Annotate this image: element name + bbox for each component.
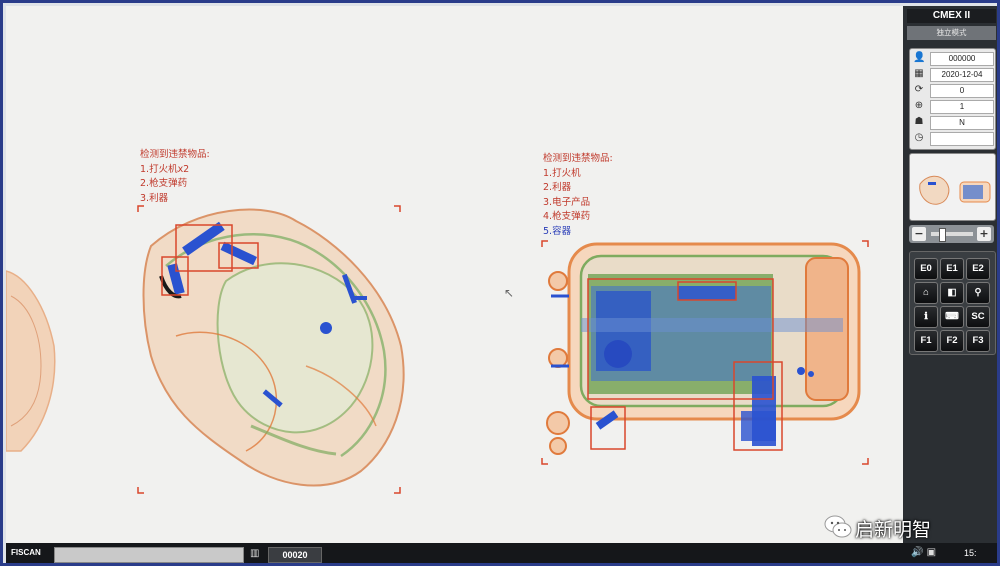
scan-date: 2020-12-04: [930, 68, 994, 82]
app-window: 检测到违禁物品: 1.打火机x2 2.枪支弹药 3.利器 检测到违禁物品: 1.…: [0, 0, 1000, 566]
f1-button[interactable]: F1: [914, 330, 938, 352]
partial-object-left-edge: [6, 270, 56, 452]
detection-item: 2.利器: [543, 182, 572, 193]
thumbnail-image: [919, 175, 991, 205]
system-tray-icons[interactable]: 🔊 ▣: [911, 547, 936, 558]
split-view-icon: ◧: [947, 287, 957, 298]
scan-thumbnail[interactable]: [909, 153, 996, 221]
zoom-icon: ⊕: [914, 100, 924, 111]
info-panel: 👤 000000 ▦ 2020-12-04 ⟳ 0 ⊕ 1 ☗ N ◷: [909, 48, 996, 150]
info-icon: ℹ: [924, 311, 928, 322]
keyboard-button[interactable]: ⌨: [940, 306, 964, 328]
mouse-cursor-icon: ↖: [504, 286, 515, 300]
e1-button[interactable]: E1: [940, 258, 964, 280]
info-row-date: ▦ 2020-12-04: [910, 67, 995, 82]
status-bar: FISCAN ▥ 00020 🔊 ▣ 15:: [6, 543, 997, 563]
slider-increase-button[interactable]: +: [977, 227, 991, 241]
time-value: [930, 132, 994, 146]
calendar-icon: ▦: [914, 68, 924, 79]
slider-handle[interactable]: [939, 228, 946, 242]
detection-item: 1.打火机: [543, 167, 581, 179]
info-row-time: ◷: [910, 131, 995, 146]
xray-scan-image: [6, 205, 869, 494]
home-icon: ⌂: [923, 287, 929, 298]
zoom-level: 1: [930, 100, 994, 114]
clock: 15:: [964, 548, 977, 558]
info-button[interactable]: ℹ: [914, 306, 938, 328]
control-panel: CMEX II 独立模式 👤 000000 ▦ 2020-12-04 ⟳ 0 ⊕…: [903, 6, 997, 543]
detection-item: 2.枪支弹药: [140, 178, 188, 189]
image-mode: N: [930, 116, 994, 130]
detection-list-left: 检测到违禁物品: 1.打火机x2 2.枪支弹药 3.利器: [140, 148, 210, 206]
counter-icon: ⟳: [914, 84, 924, 95]
f2-button[interactable]: F2: [940, 330, 964, 352]
message-field: [54, 547, 244, 563]
e0-button[interactable]: E0: [914, 258, 938, 280]
detection-item: 3.利器: [140, 192, 169, 204]
detection-item: 3.电子产品: [543, 196, 591, 208]
bag-count: 0: [930, 84, 994, 98]
e2-button[interactable]: E2: [966, 258, 990, 280]
keyboard-icon: ⌨: [945, 311, 959, 322]
product-title: CMEX II: [907, 9, 996, 23]
detection-item: 5.容器: [543, 225, 572, 237]
detection-heading: 检测到违禁物品:: [543, 153, 613, 164]
sc-button[interactable]: SC: [966, 306, 990, 328]
home-button[interactable]: ⌂: [914, 282, 938, 304]
f3-button[interactable]: F3: [966, 330, 990, 352]
mode-icon: ☗: [914, 116, 924, 127]
counter-icon: ▥: [250, 548, 260, 559]
info-row-mode: ☗ N: [910, 115, 995, 130]
watermark-text: 启新明智: [855, 519, 932, 541]
slider-track[interactable]: [931, 232, 973, 236]
wechat-icon: [824, 515, 852, 538]
detection-heading: 检测到违禁物品:: [140, 149, 210, 160]
mode-label: 独立模式: [907, 26, 996, 40]
scan-counter: 00020: [268, 547, 322, 563]
magnify-icon: ⚲: [974, 287, 982, 298]
split-view-button[interactable]: ◧: [940, 282, 964, 304]
brand-label: FISCAN: [11, 548, 41, 557]
xray-image-viewer[interactable]: 检测到违禁物品: 1.打火机x2 2.枪支弹药 3.利器 检测到违禁物品: 1.…: [6, 6, 903, 543]
detection-item: 4.枪支弹药: [543, 211, 591, 222]
user-icon: 👤: [913, 52, 926, 63]
scanned-suitcase-right: [546, 242, 861, 455]
slider-decrease-button[interactable]: −: [912, 227, 926, 241]
scanned-bag-left: [142, 208, 405, 487]
operator-id: 000000: [930, 52, 994, 66]
detection-list-right: 检测到违禁物品: 1.打火机 2.利器 3.电子产品 4.枪支弹药 5.容器: [543, 152, 613, 239]
function-keypad: E0 E1 E2 ⌂ ◧ ⚲ ℹ ⌨ SC F1 F2 F3: [909, 251, 996, 355]
contrast-slider[interactable]: − +: [909, 225, 994, 243]
info-row-zoom: ⊕ 1: [910, 99, 995, 114]
clock-icon: ◷: [914, 132, 924, 143]
info-row-operator: 👤 000000: [910, 51, 995, 66]
detection-item: 1.打火机x2: [140, 163, 190, 175]
info-row-count: ⟳ 0: [910, 83, 995, 98]
magnify-button[interactable]: ⚲: [966, 282, 990, 304]
